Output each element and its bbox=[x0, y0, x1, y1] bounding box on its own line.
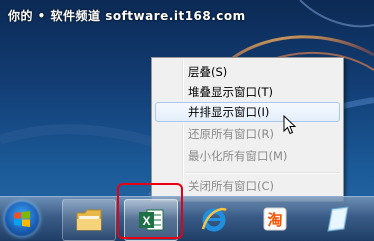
taskbar-explorer-button[interactable] bbox=[62, 199, 116, 241]
ie-icon bbox=[201, 207, 227, 232]
taobao-glyph: 淘 bbox=[266, 211, 282, 229]
menu-separator bbox=[185, 172, 340, 174]
taskbar-notepad-button[interactable] bbox=[312, 199, 364, 239]
taskbar-ie-button[interactable] bbox=[188, 199, 240, 239]
taskbar-taobao-button[interactable]: 淘 bbox=[250, 199, 302, 239]
menu-item-cascade[interactable]: 层叠(S) bbox=[155, 62, 340, 82]
taskbar: X 淘 bbox=[0, 196, 374, 241]
start-button[interactable] bbox=[4, 201, 40, 237]
site-watermark: 你的 • 软件频道 software.it168.com bbox=[8, 9, 246, 23]
highlight-box bbox=[117, 183, 183, 239]
windows-logo-icon bbox=[14, 211, 30, 227]
taskbar-context-menu: 层叠(S) 堆叠显示窗口(T) 并排显示窗口(I) 还原所有窗口(R) 最小化所… bbox=[151, 57, 344, 202]
taobao-icon: 淘 bbox=[263, 207, 287, 231]
mouse-cursor-icon bbox=[283, 115, 297, 135]
menu-item-restore-all[interactable]: 还原所有窗口(R) bbox=[155, 124, 340, 144]
menu-item-side-by-side[interactable]: 并排显示窗口(I) bbox=[155, 102, 340, 122]
notepad-icon bbox=[327, 206, 349, 232]
menu-item-stack-windows[interactable]: 堆叠显示窗口(T) bbox=[155, 82, 340, 102]
folder-icon bbox=[76, 209, 102, 231]
menu-item-minimize-all[interactable]: 最小化所有窗口(M) bbox=[155, 146, 340, 166]
